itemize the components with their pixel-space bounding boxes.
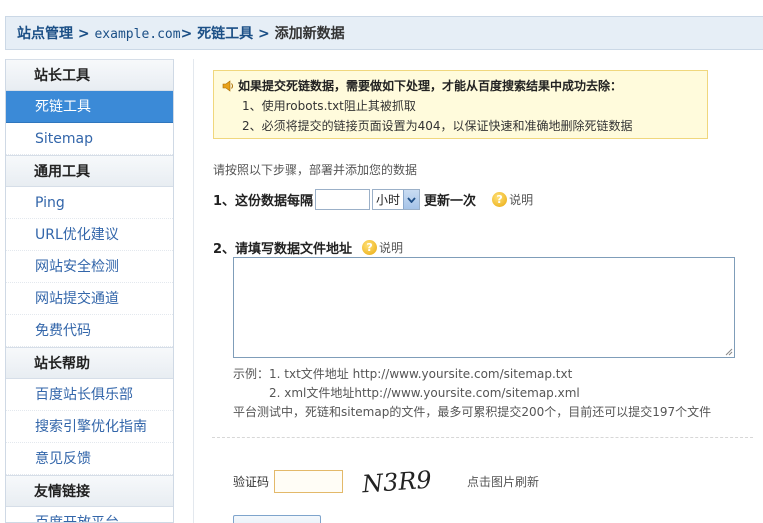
sidebar-section-friend-links: 友情链接: [6, 475, 173, 507]
captcha-row: 验证码 N3R9 点击图片刷新: [233, 465, 539, 497]
examples-block: 示例：1. txt文件地址 http://www.yoursite.com/si…: [233, 365, 711, 422]
captcha-label: 验证码: [233, 474, 270, 489]
step2-help-label: 说明: [379, 241, 404, 255]
notice-box: 如果提交死链数据，需要做如下处理，才能从百度搜索结果中成功去除： 1、使用rob…: [213, 70, 708, 139]
step1-suffix: 更新一次: [424, 194, 477, 209]
help-icon: ?: [492, 192, 508, 207]
step1-label: 1、这份数据每隔: [213, 194, 314, 209]
sidebar-item-sitemap[interactable]: Sitemap: [6, 123, 173, 155]
sidebar-item-url-optimization[interactable]: URL优化建议: [6, 219, 173, 251]
sidebar-item-security-check[interactable]: 网站安全检测: [6, 251, 173, 283]
step1-help-label: 说明: [509, 193, 534, 207]
breadcrumb: 站点管理 > example.com> 死链工具 > 添加新数据: [5, 16, 763, 50]
step1-help-link[interactable]: ? 说明: [492, 191, 533, 208]
notice-line-1: 1、使用robots.txt阻止其被抓取: [242, 99, 416, 113]
sidebar-item-free-code[interactable]: 免费代码: [6, 315, 173, 347]
breadcrumb-site-manage[interactable]: 站点管理: [17, 26, 73, 42]
captcha-image-text: N3R9: [360, 466, 432, 497]
example-line-xml: 2. xml文件地址http://www.yoursite.com/sitema…: [269, 386, 580, 400]
sidebar-item-ping[interactable]: Ping: [6, 187, 173, 219]
sidebar-item-open-platform[interactable]: 百度开放平台: [6, 507, 173, 522]
resize-grip-icon[interactable]: [724, 347, 733, 356]
update-interval-input[interactable]: [315, 189, 371, 210]
sidebar-section-general-tools: 通用工具: [6, 155, 173, 187]
step2-help-link[interactable]: ? 说明: [362, 239, 403, 256]
notice-line-2: 2、必须将提交的链接页面设置为404，以保证快速和准确地删除死链数据: [242, 119, 633, 133]
sidebar-section-webmaster-tools: 站长工具: [6, 59, 173, 91]
sidebar-section-webmaster-help: 站长帮助: [6, 347, 173, 379]
intro-text: 请按照以下步骤，部署并添加您的数据: [213, 163, 418, 177]
breadcrumb-deadlink-tool[interactable]: 死链工具: [197, 26, 253, 42]
sidebar: 站长工具 死链工具 Sitemap 通用工具 Ping URL优化建议 网站安全…: [5, 59, 174, 523]
breadcrumb-domain[interactable]: example.com: [94, 27, 180, 42]
notice-title: 如果提交死链数据，需要做如下处理，才能从百度搜索结果中成功去除：: [238, 79, 623, 93]
sidebar-item-submit-channel[interactable]: 网站提交通道: [6, 283, 173, 315]
sidebar-item-deadlink-tool[interactable]: 死链工具: [6, 91, 173, 123]
step2-label: 2、请填写数据文件地址: [213, 242, 353, 257]
step1-row: 1、这份数据每隔 小时 更新一次 ? 说明: [213, 189, 533, 210]
speaker-icon: [222, 79, 235, 92]
breadcrumb-separator: >: [73, 26, 95, 42]
interval-unit-value: 小时: [376, 193, 401, 207]
sidebar-item-seo-guide[interactable]: 搜索引擎优化指南: [6, 411, 173, 443]
interval-unit-select[interactable]: 小时: [372, 189, 421, 210]
breadcrumb-current: 添加新数据: [274, 26, 345, 42]
step2-row: 2、请填写数据文件地址 ? 说明: [213, 238, 403, 257]
section-divider: [212, 437, 753, 438]
submit-button[interactable]: [233, 515, 321, 523]
sidebar-item-webmaster-club[interactable]: 百度站长俱乐部: [6, 379, 173, 411]
breadcrumb-separator: >: [253, 26, 275, 42]
sidebar-item-feedback[interactable]: 意见反馈: [6, 443, 173, 475]
captcha-image[interactable]: N3R9: [360, 465, 434, 497]
quota-note: 平台测试中，死链和sitemap的文件，最多可累积提交200个，目前还可以提交1…: [233, 405, 712, 419]
top-bar: 站点管理 > example.com> 死链工具 > 添加新数据: [0, 0, 763, 58]
data-file-address-textarea[interactable]: [233, 257, 735, 358]
captcha-refresh-link[interactable]: 点击图片刷新: [467, 473, 539, 490]
column-divider: [193, 59, 194, 523]
captcha-input[interactable]: [274, 469, 344, 493]
breadcrumb-separator: >: [180, 26, 198, 42]
notice-title-row: 如果提交死链数据，需要做如下处理，才能从百度搜索结果中成功去除：: [222, 77, 699, 94]
example-line-txt: 示例：1. txt文件地址 http://www.yoursite.com/si…: [233, 367, 573, 381]
help-icon: ?: [362, 240, 378, 255]
chevron-down-icon[interactable]: [403, 190, 420, 209]
